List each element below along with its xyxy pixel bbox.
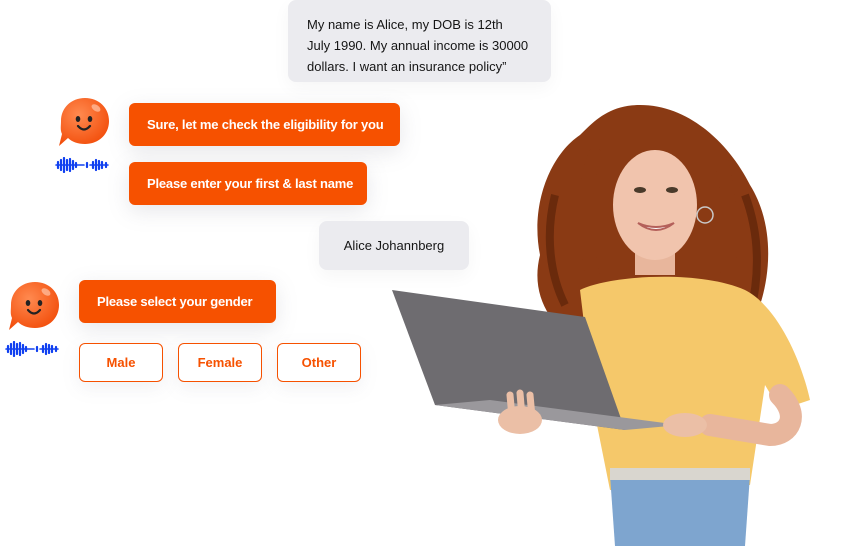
face xyxy=(613,150,697,260)
message-line: My name is Alice, my DOB is 12th xyxy=(307,17,503,32)
voice-wave-icon xyxy=(55,157,109,173)
bot-avatar-icon xyxy=(9,282,59,330)
voice-wave-icon xyxy=(5,341,59,357)
message-line: July 1990. My annual income is 30000 xyxy=(307,38,529,53)
bot-message-bubble: Sure, let me check the eligibility for y… xyxy=(129,103,400,146)
bot-message-bubble: Please enter your first & last name xyxy=(129,162,367,205)
gender-option-female-button[interactable]: Female xyxy=(178,343,262,382)
user-message-bubble: My name is Alice, my DOB is 12th July 19… xyxy=(288,0,551,82)
bot-message-bubble: Please select your gender xyxy=(79,280,276,323)
jeans xyxy=(610,475,750,546)
gender-option-other-button[interactable]: Other xyxy=(277,343,361,382)
bot-avatar-icon xyxy=(59,98,109,146)
gender-option-male-button[interactable]: Male xyxy=(79,343,163,382)
woman-with-laptop-illustration xyxy=(392,105,810,546)
message-line: dollars. I want an insurance policy” xyxy=(307,59,507,74)
